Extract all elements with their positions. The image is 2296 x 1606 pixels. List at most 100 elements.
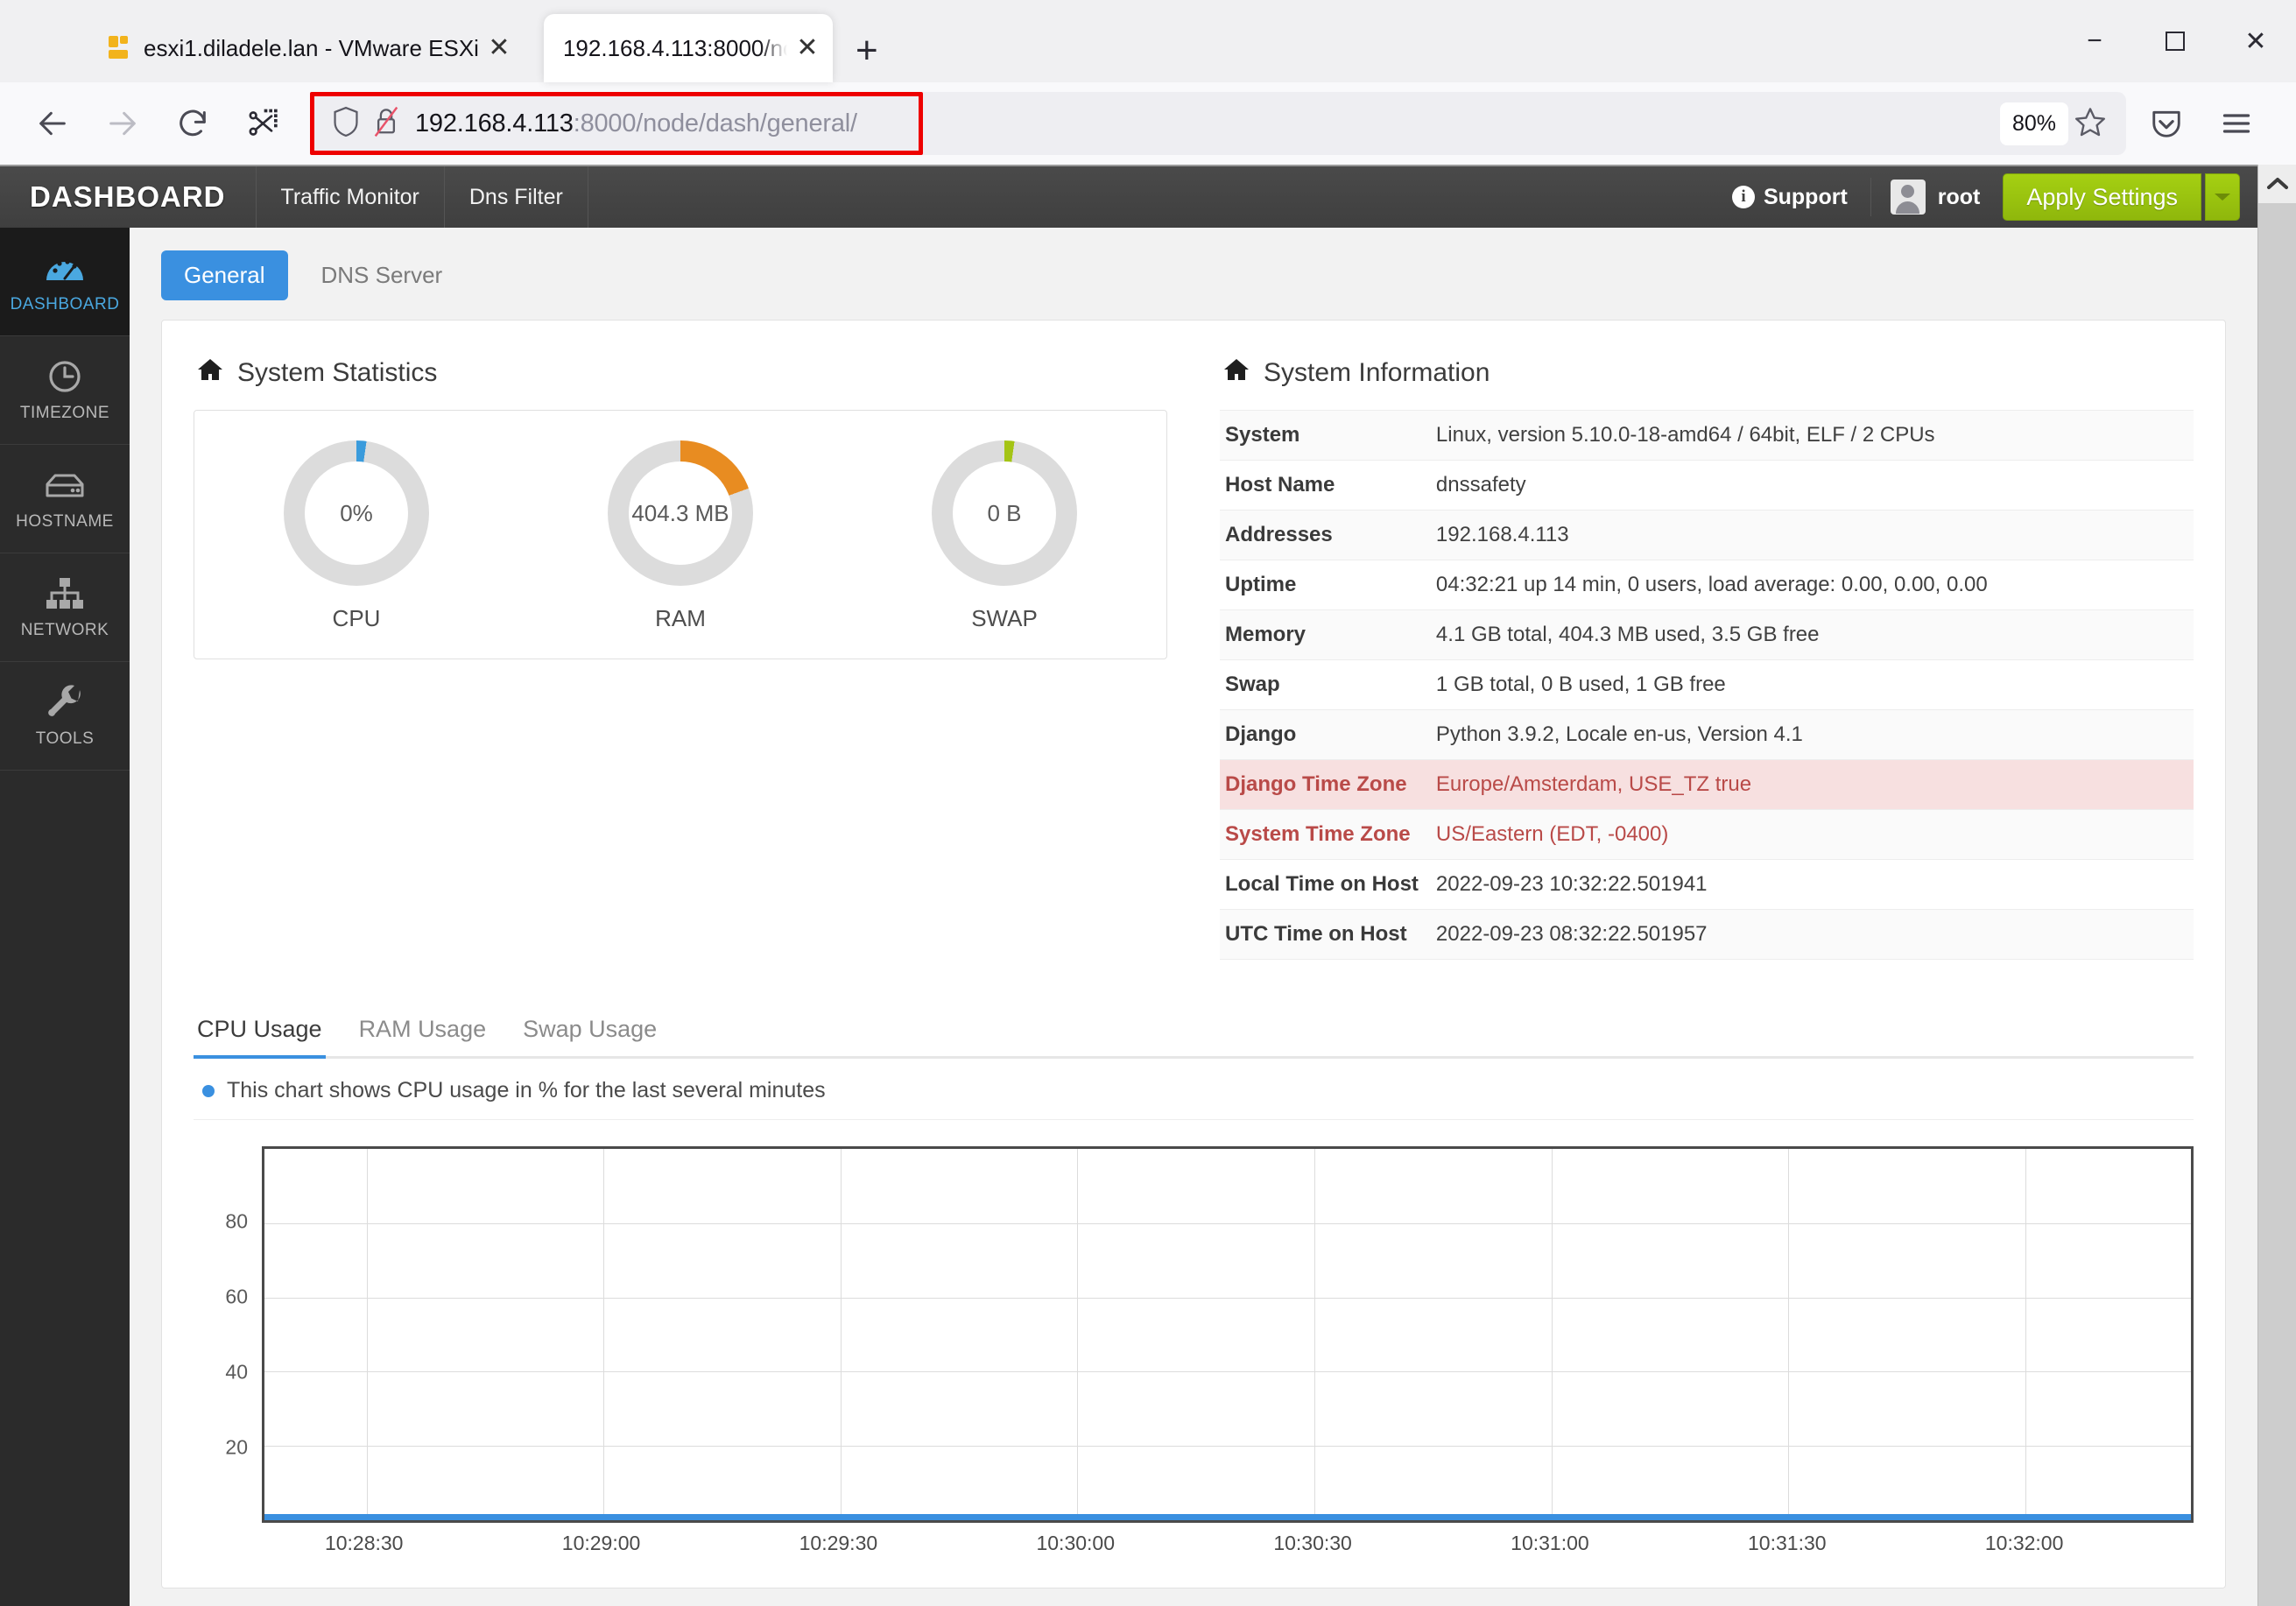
main-content: General DNS Server System Statistics 0% … [130,228,2257,1606]
nav-link-dns-filter[interactable]: Dns Filter [445,166,588,228]
donut-cpu: 0% CPU [284,440,429,632]
donut-ram: 404.3 MB RAM [608,440,753,632]
support-link[interactable]: i Support [1709,178,1871,216]
minimize-button[interactable]: − [2054,0,2135,82]
x-tick: 10:31:00 [1511,1532,1589,1554]
chart-note-text: This chart shows CPU usage in % for the … [227,1078,826,1102]
x-tick: 10:29:00 [561,1532,641,1554]
row-key: Addresses [1225,523,1333,546]
forward-button[interactable] [91,92,154,155]
zoom-level-badge[interactable]: 80% [1999,102,2068,145]
apply-settings-dropdown[interactable] [2205,173,2240,221]
gridline-h [264,1297,2191,1299]
app-brand[interactable]: DASHBOARD [0,166,257,228]
close-window-button[interactable]: ✕ [2215,0,2296,82]
y-tick-20: 20 [225,1435,248,1459]
gridline-v [603,1149,605,1520]
row-key: Swap [1225,673,1280,696]
screenshot-button[interactable] [231,92,294,155]
x-tick: 10:32:00 [1984,1532,2064,1554]
x-tick: 10:30:00 [1036,1532,1115,1554]
url-bar[interactable]: 192.168.4.113:8000/node/dash/general/ 80… [310,92,2126,155]
tab-swap-usage[interactable]: Swap Usage [519,1007,660,1059]
chevron-down-icon [2215,194,2230,201]
system-information-title: System Information [1223,357,2194,389]
scroll-up-button[interactable] [2257,165,2296,203]
hamburger-menu-icon [2222,114,2250,133]
url-host: 192.168.4.113 [415,109,574,137]
sidebar-item-label: NETWORK [20,620,109,639]
star-icon[interactable] [2074,105,2107,143]
row-value: Europe/Amsterdam, USE_TZ true [1435,772,1752,796]
row-value: Linux, version 5.10.0-18-amd64 / 64bit, … [1435,423,1935,447]
browser-tab-1[interactable]: esxi1.diladele.lan - VMware ESXi ✕ [88,14,525,82]
row-value: 2022-09-23 10:32:22.501941 [1435,872,1708,896]
gridline-v [1551,1149,1553,1520]
web-content: DASHBOARD Traffic Monitor Dns Filter i S… [0,165,2257,1606]
menu-button[interactable] [2205,92,2268,155]
row-value: dnssafety [1435,473,1526,497]
table-row-django-timezone: Django Time Zone Europe/Amsterdam, USE_T… [1220,759,2194,810]
tab-general[interactable]: General [161,250,288,300]
sidebar-item-label: DASHBOARD [10,294,120,313]
row-value: 1 GB total, 0 B used, 1 GB free [1435,673,1726,696]
back-button[interactable] [21,92,84,155]
gridline-v [1314,1149,1315,1520]
system-statistics-panel: System Statistics 0% CPU 404.3 MB RAM 0 … [194,349,1167,960]
cpu-series-line [264,1514,2191,1520]
window-controls: − ✕ [2054,0,2296,82]
donut-ring: 0% [284,440,429,586]
pocket-button[interactable] [2135,92,2198,155]
tab-cpu-usage[interactable]: CPU Usage [194,1007,326,1059]
sidebar-item-network[interactable]: NETWORK [0,553,130,662]
usage-panel: CPU Usage RAM Usage Swap Usage This char… [194,990,2194,1561]
sidebar-item-tools[interactable]: TOOLS [0,662,130,771]
donut-label: RAM [655,605,706,631]
shield-icon[interactable] [331,106,361,142]
row-key: Local Time on Host [1225,872,1419,896]
apply-settings-button[interactable]: Apply Settings [2003,173,2201,221]
left-sidebar: DASHBOARD TIMEZONE HOSTNAME NETWORK TOOL… [0,228,130,1606]
gridline-h [264,1371,2191,1373]
table-row: Addresses 192.168.4.113 [1220,510,2194,560]
new-tab-button[interactable]: + [856,32,878,70]
row-key: System [1225,423,1300,447]
sidebar-item-dashboard[interactable]: DASHBOARD [0,228,130,336]
vertical-scrollbar[interactable] [2257,165,2296,1606]
sitemap-icon [45,575,85,612]
system-statistics-title: System Statistics [197,357,1167,389]
x-axis-labels: 10:28:30 10:29:00 10:29:30 10:30:00 10:3… [262,1523,2190,1561]
browser-tab-2-active[interactable]: 192.168.4.113:8000/node/dash/general/ ✕ [543,14,833,82]
page-tabs: General DNS Server [161,250,2226,300]
row-key: System Time Zone [1225,822,1411,846]
url-bar-container: 192.168.4.113:8000/node/dash/general/ 80… [310,92,2126,155]
gridline-v [1077,1149,1079,1520]
close-icon[interactable]: ✕ [794,35,821,61]
table-row-system-timezone: System Time Zone US/Eastern (EDT, -0400) [1220,809,2194,860]
section-title-text: System Statistics [237,358,438,387]
close-icon[interactable]: ✕ [486,35,512,61]
sidebar-item-timezone[interactable]: TIMEZONE [0,336,130,445]
donut-swap: 0 B SWAP [932,440,1077,632]
app-body: DASHBOARD TIMEZONE HOSTNAME NETWORK TOOL… [0,228,2257,1606]
clock-icon [47,358,82,395]
insecure-lock-icon[interactable] [373,106,399,142]
url-path: :8000/node/dash/general/ [573,109,857,137]
chevron-up-icon [2266,178,2288,189]
wrench-icon [46,684,83,721]
app-top-bar: DASHBOARD Traffic Monitor Dns Filter i S… [0,165,2257,228]
toolbar-right [2135,92,2275,155]
screenshot-scissors-icon [249,109,278,136]
maximize-button[interactable] [2135,0,2215,82]
tab-dns-server[interactable]: DNS Server [299,250,466,300]
sidebar-item-hostname[interactable]: HOSTNAME [0,445,130,553]
reload-icon [180,109,206,137]
tab-ram-usage[interactable]: RAM Usage [356,1007,490,1059]
reload-button[interactable] [161,92,224,155]
nav-link-traffic-monitor[interactable]: Traffic Monitor [257,166,445,228]
user-menu[interactable]: root [1875,180,2000,215]
page-viewport: DASHBOARD Traffic Monitor Dns Filter i S… [0,165,2296,1606]
scrollbar-thumb[interactable] [2257,203,2296,1606]
table-row: System Linux, version 5.10.0-18-amd64 / … [1220,410,2194,461]
gauge-icon [45,250,85,286]
